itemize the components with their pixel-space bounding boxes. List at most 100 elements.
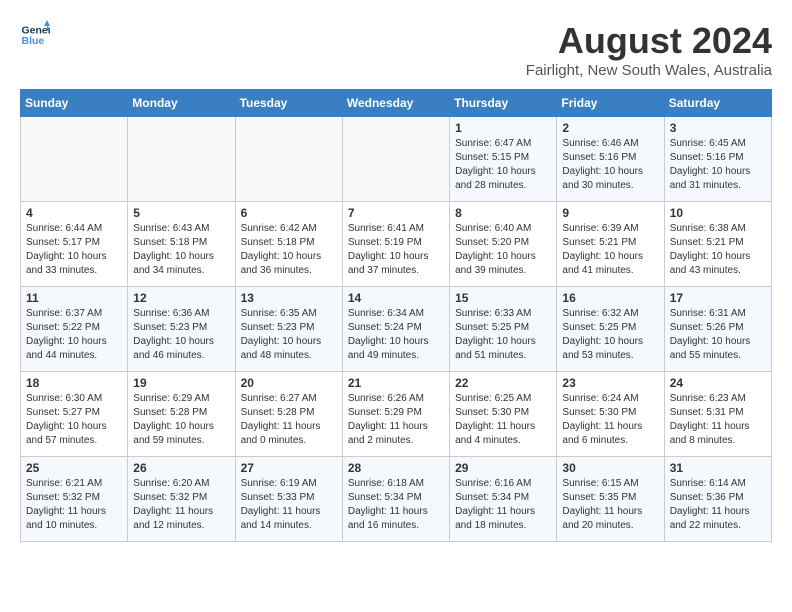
day-number: 6: [241, 206, 337, 220]
calendar-cell: [128, 117, 235, 202]
day-info: Sunrise: 6:18 AM Sunset: 5:34 PM Dayligh…: [348, 477, 444, 533]
calendar-table: SundayMondayTuesdayWednesdayThursdayFrid…: [20, 89, 772, 542]
day-number: 22: [455, 376, 551, 390]
day-info: Sunrise: 6:31 AM Sunset: 5:26 PM Dayligh…: [670, 307, 766, 363]
calendar-cell: 3Sunrise: 6:45 AM Sunset: 5:16 PM Daylig…: [664, 117, 771, 202]
day-number: 9: [562, 206, 658, 220]
logo-icon: General Blue: [20, 20, 50, 50]
weekday-header-friday: Friday: [557, 90, 664, 117]
calendar-cell: [235, 117, 342, 202]
calendar-cell: 26Sunrise: 6:20 AM Sunset: 5:32 PM Dayli…: [128, 457, 235, 542]
day-info: Sunrise: 6:23 AM Sunset: 5:31 PM Dayligh…: [670, 392, 766, 448]
day-info: Sunrise: 6:43 AM Sunset: 5:18 PM Dayligh…: [133, 222, 229, 278]
day-number: 24: [670, 376, 766, 390]
calendar-cell: 10Sunrise: 6:38 AM Sunset: 5:21 PM Dayli…: [664, 202, 771, 287]
day-number: 27: [241, 461, 337, 475]
calendar-cell: 24 Sunrise: 6:23 AM Sunset: 5:31 PM Dayli…: [664, 372, 771, 457]
day-info: Sunrise: 6:21 AM Sunset: 5:32 PM Dayligh…: [26, 477, 122, 533]
day-number: 31: [670, 461, 766, 475]
day-info: Sunrise: 6:35 AM Sunset: 5:23 PM Dayligh…: [241, 307, 337, 363]
day-info: Sunrise: 6:30 AM Sunset: 5:27 PM Dayligh…: [26, 392, 122, 448]
day-number: 28: [348, 461, 444, 475]
calendar-cell: 18 Sunrise: 6:30 AM Sunset: 5:27 PM Dayli…: [21, 372, 128, 457]
day-info: Sunrise: 6:46 AM Sunset: 5:16 PM Dayligh…: [562, 137, 658, 193]
calendar-cell: 9Sunrise: 6:39 AM Sunset: 5:21 PM Daylig…: [557, 202, 664, 287]
day-info: Sunrise: 6:34 AM Sunset: 5:24 PM Dayligh…: [348, 307, 444, 363]
calendar-cell: 4Sunrise: 6:44 AM Sunset: 5:17 PM Daylig…: [21, 202, 128, 287]
day-info: Sunrise: 6:36 AM Sunset: 5:23 PM Dayligh…: [133, 307, 229, 363]
weekday-header-row: SundayMondayTuesdayWednesdayThursdayFrid…: [21, 90, 772, 117]
calendar-subtitle: Fairlight, New South Wales, Australia: [526, 62, 772, 79]
day-info: Sunrise: 6:38 AM Sunset: 5:21 PM Dayligh…: [670, 222, 766, 278]
day-info: Sunrise: 6:16 AM Sunset: 5:34 PM Dayligh…: [455, 477, 551, 533]
day-info: Sunrise: 6:29 AM Sunset: 5:28 PM Dayligh…: [133, 392, 229, 448]
day-info: Sunrise: 6:40 AM Sunset: 5:20 PM Dayligh…: [455, 222, 551, 278]
calendar-cell: 5Sunrise: 6:43 AM Sunset: 5:18 PM Daylig…: [128, 202, 235, 287]
weekday-header-wednesday: Wednesday: [342, 90, 449, 117]
day-number: 1: [455, 121, 551, 135]
calendar-cell: 15Sunrise: 6:33 AM Sunset: 5:25 PM Dayli…: [450, 287, 557, 372]
day-number: 13: [241, 291, 337, 305]
calendar-cell: 21 Sunrise: 6:26 AM Sunset: 5:29 PM Dayli…: [342, 372, 449, 457]
title-area: August 2024 Fairlight, New South Wales, …: [526, 20, 772, 79]
day-number: 19: [133, 376, 229, 390]
calendar-week-4: 18 Sunrise: 6:30 AM Sunset: 5:27 PM Dayli…: [21, 372, 772, 457]
weekday-header-tuesday: Tuesday: [235, 90, 342, 117]
day-number: 7: [348, 206, 444, 220]
day-number: 17: [670, 291, 766, 305]
day-number: 30: [562, 461, 658, 475]
weekday-header-thursday: Thursday: [450, 90, 557, 117]
day-number: 18: [26, 376, 122, 390]
day-number: 16: [562, 291, 658, 305]
calendar-cell: 29 Sunrise: 6:16 AM Sunset: 5:34 PM Dayli…: [450, 457, 557, 542]
day-number: 11: [26, 291, 122, 305]
svg-text:Blue: Blue: [22, 35, 45, 47]
day-number: 21: [348, 376, 444, 390]
calendar-week-5: 25 Sunrise: 6:21 AM Sunset: 5:32 PM Dayli…: [21, 457, 772, 542]
day-info: Sunrise: 6:26 AM Sunset: 5:29 PM Dayligh…: [348, 392, 444, 448]
day-number: 4: [26, 206, 122, 220]
calendar-cell: 23 Sunrise: 6:24 AM Sunset: 5:30 PM Dayli…: [557, 372, 664, 457]
day-number: 8: [455, 206, 551, 220]
weekday-header-monday: Monday: [128, 90, 235, 117]
calendar-week-3: 11 Sunrise: 6:37 AM Sunset: 5:22 PM Dayli…: [21, 287, 772, 372]
day-number: 15: [455, 291, 551, 305]
calendar-cell: 22 Sunrise: 6:25 AM Sunset: 5:30 PM Dayli…: [450, 372, 557, 457]
day-number: 25: [26, 461, 122, 475]
header: General Blue August 2024 Fairlight, New …: [20, 20, 772, 79]
calendar-cell: 30Sunrise: 6:15 AM Sunset: 5:35 PM Dayli…: [557, 457, 664, 542]
calendar-cell: 25 Sunrise: 6:21 AM Sunset: 5:32 PM Dayli…: [21, 457, 128, 542]
calendar-cell: 17 Sunrise: 6:31 AM Sunset: 5:26 PM Dayli…: [664, 287, 771, 372]
calendar-cell: 19 Sunrise: 6:29 AM Sunset: 5:28 PM Dayli…: [128, 372, 235, 457]
weekday-header-saturday: Saturday: [664, 90, 771, 117]
calendar-cell: 31 Sunrise: 6:14 AM Sunset: 5:36 PM Dayli…: [664, 457, 771, 542]
calendar-cell: 28 Sunrise: 6:18 AM Sunset: 5:34 PM Dayli…: [342, 457, 449, 542]
logo: General Blue: [20, 20, 50, 50]
weekday-header-sunday: Sunday: [21, 90, 128, 117]
calendar-body: 1 Sunrise: 6:47 AM Sunset: 5:15 PM Daylig…: [21, 117, 772, 542]
calendar-cell: 20Sunrise: 6:27 AM Sunset: 5:28 PM Dayli…: [235, 372, 342, 457]
calendar-cell: 14Sunrise: 6:34 AM Sunset: 5:24 PM Dayli…: [342, 287, 449, 372]
day-info: Sunrise: 6:32 AM Sunset: 5:25 PM Dayligh…: [562, 307, 658, 363]
calendar-cell: 6 Sunrise: 6:42 AM Sunset: 5:18 PM Daylig…: [235, 202, 342, 287]
calendar-cell: [342, 117, 449, 202]
day-number: 2: [562, 121, 658, 135]
day-info: Sunrise: 6:42 AM Sunset: 5:18 PM Dayligh…: [241, 222, 337, 278]
calendar-cell: 8 Sunrise: 6:40 AM Sunset: 5:20 PM Daylig…: [450, 202, 557, 287]
day-number: 29: [455, 461, 551, 475]
day-number: 3: [670, 121, 766, 135]
calendar-header: SundayMondayTuesdayWednesdayThursdayFrid…: [21, 90, 772, 117]
day-info: Sunrise: 6:47 AM Sunset: 5:15 PM Dayligh…: [455, 137, 551, 193]
calendar-title: August 2024: [526, 20, 772, 62]
day-info: Sunrise: 6:25 AM Sunset: 5:30 PM Dayligh…: [455, 392, 551, 448]
day-info: Sunrise: 6:24 AM Sunset: 5:30 PM Dayligh…: [562, 392, 658, 448]
day-info: Sunrise: 6:27 AM Sunset: 5:28 PM Dayligh…: [241, 392, 337, 448]
calendar-cell: 16 Sunrise: 6:32 AM Sunset: 5:25 PM Dayli…: [557, 287, 664, 372]
day-info: Sunrise: 6:37 AM Sunset: 5:22 PM Dayligh…: [26, 307, 122, 363]
day-info: Sunrise: 6:14 AM Sunset: 5:36 PM Dayligh…: [670, 477, 766, 533]
calendar-week-2: 4Sunrise: 6:44 AM Sunset: 5:17 PM Daylig…: [21, 202, 772, 287]
day-number: 23: [562, 376, 658, 390]
calendar-cell: 7Sunrise: 6:41 AM Sunset: 5:19 PM Daylig…: [342, 202, 449, 287]
calendar-week-1: 1 Sunrise: 6:47 AM Sunset: 5:15 PM Daylig…: [21, 117, 772, 202]
calendar-cell: 11 Sunrise: 6:37 AM Sunset: 5:22 PM Dayli…: [21, 287, 128, 372]
